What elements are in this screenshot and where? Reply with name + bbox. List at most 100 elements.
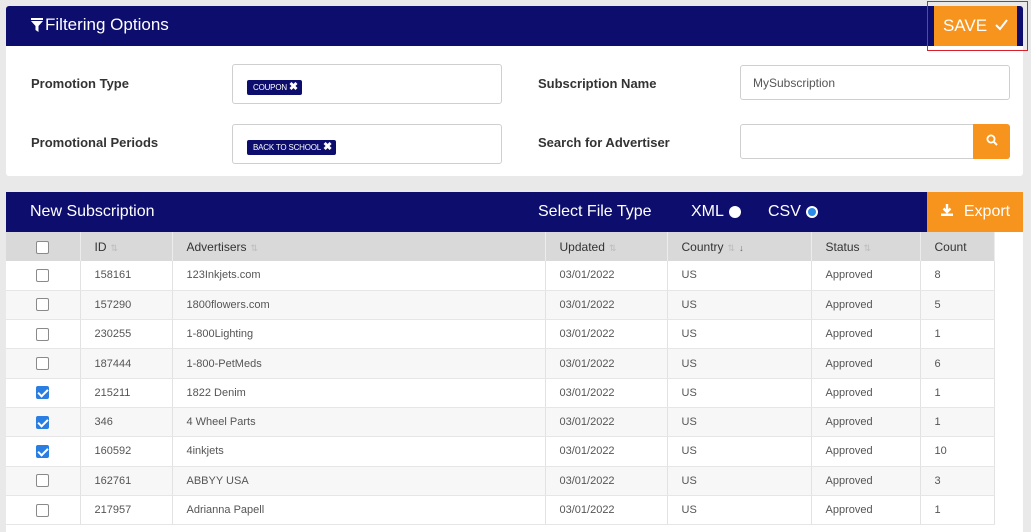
promotional-periods-field[interactable]: BACK TO SCHOOL ✖: [232, 124, 502, 164]
cell-advertiser: ABBYY USA: [172, 466, 546, 496]
cell-count: 3: [920, 466, 995, 496]
cell-updated: 03/01/2022: [545, 378, 668, 408]
promotional-period-tag: BACK TO SCHOOL ✖: [247, 140, 337, 155]
row-checkbox[interactable]: [36, 357, 50, 371]
column-header-country[interactable]: Country ⇅ ↓: [667, 232, 812, 261]
cell-advertiser: 4inkjets: [172, 436, 546, 467]
cell-country: US: [667, 290, 812, 321]
promotional-periods-label: Promotional Periods: [31, 135, 159, 150]
cell-count: 1: [920, 319, 995, 350]
row-checkbox[interactable]: [36, 474, 50, 488]
cell-id: 158161: [80, 261, 173, 291]
save-button[interactable]: SAVE: [934, 6, 1017, 46]
cell-country: US: [667, 348, 812, 379]
row-checkbox[interactable]: [36, 444, 50, 458]
csv-label: CSV: [768, 203, 801, 220]
select-all-checkbox[interactable]: [36, 240, 50, 254]
cell-country: US: [667, 319, 812, 350]
cell-advertiser: 1-800Lighting: [172, 319, 546, 350]
subscription-table: ID ⇅ Advertisers ⇅ Updated ⇅ Country ⇅ ↓ Stat…: [6, 232, 995, 526]
table-row: 230255 1-800Lighting 03/01/2022 US Appro…: [6, 319, 995, 350]
search-button[interactable]: [973, 124, 1010, 159]
cell-advertiser: 1822 Denim: [172, 378, 546, 408]
table-row: 187444 1-800-PetMeds 03/01/2022 US Appro…: [6, 348, 995, 379]
row-checkbox[interactable]: [36, 503, 50, 517]
tag-remove-icon[interactable]: ✖: [323, 142, 332, 153]
cell-status: Approved: [811, 407, 921, 438]
sort-icon[interactable]: ⇅: [728, 243, 736, 253]
cell-updated: 03/01/2022: [545, 348, 668, 379]
xml-radio-option[interactable]: XML: [691, 203, 741, 221]
subscription-title: New Subscription: [30, 203, 155, 220]
csv-radio-option[interactable]: CSV: [768, 203, 818, 221]
promotion-type-label: Promotion Type: [31, 76, 129, 91]
cell-updated: 03/01/2022: [545, 407, 668, 438]
cell-updated: 03/01/2022: [545, 319, 668, 350]
cell-updated: 03/01/2022: [545, 466, 668, 496]
row-checkbox[interactable]: [36, 415, 50, 429]
search-advertiser-label: Search for Advertiser: [538, 135, 670, 150]
column-header-advertisers[interactable]: Advertisers ⇅: [172, 232, 546, 261]
search-advertiser-input[interactable]: [740, 124, 974, 159]
cell-updated: 03/01/2022: [545, 436, 668, 467]
cell-status: Approved: [811, 378, 921, 408]
cell-status: Approved: [811, 319, 921, 350]
tag-remove-icon[interactable]: ✖: [289, 82, 298, 93]
cell-advertiser: 4 Wheel Parts: [172, 407, 546, 438]
search-icon: [986, 134, 998, 149]
csv-radio[interactable]: [805, 206, 818, 218]
cell-count: 5: [920, 290, 995, 321]
cell-status: Approved: [811, 290, 921, 321]
column-header-status[interactable]: Status ⇅: [811, 232, 921, 261]
cell-country: US: [667, 466, 812, 496]
table-row: 217957 Adrianna Papell 03/01/2022 US App…: [6, 495, 995, 526]
table-row: 158161 123Inkjets.com 03/01/2022 US Appr…: [6, 261, 995, 291]
sort-icon[interactable]: ⇅: [609, 243, 617, 253]
table-row: 157290 1800flowers.com 03/01/2022 US App…: [6, 290, 995, 321]
row-checkbox[interactable]: [36, 327, 50, 341]
cell-status: Approved: [811, 466, 921, 496]
download-icon: [940, 203, 954, 222]
tag-label: BACK TO SCHOOL: [253, 143, 322, 152]
subscription-header: New Subscription Select File Type XML CS…: [6, 192, 1023, 232]
cell-updated: 03/01/2022: [545, 495, 668, 526]
export-button[interactable]: Export: [927, 192, 1023, 232]
select-all-cell: [6, 232, 81, 261]
cell-count: 10: [920, 436, 995, 467]
cell-country: US: [667, 261, 812, 291]
column-header-id[interactable]: ID ⇅: [80, 232, 173, 261]
column-header-updated[interactable]: Updated ⇅: [545, 232, 668, 261]
sort-icon[interactable]: ⇅: [251, 243, 259, 253]
cell-id: 217957: [80, 495, 173, 526]
cell-count: 6: [920, 348, 995, 379]
row-checkbox[interactable]: [36, 268, 50, 282]
cell-status: Approved: [811, 436, 921, 467]
table-row: 160592 4inkjets 03/01/2022 US Approved 1…: [6, 436, 995, 467]
promotion-type-tag: COUPON ✖: [247, 80, 302, 95]
cell-advertiser: Adrianna Papell: [172, 495, 546, 526]
xml-label: XML: [691, 203, 724, 220]
cell-count: 8: [920, 261, 995, 291]
cell-count: 1: [920, 495, 995, 526]
sort-down-icon[interactable]: ↓: [739, 243, 744, 253]
cell-id: 187444: [80, 348, 173, 379]
subscription-name-input[interactable]: [740, 65, 1010, 100]
table-row: 215211 1822 Denim 03/01/2022 US Approved…: [6, 378, 995, 408]
cell-id: 346: [80, 407, 173, 438]
xml-radio[interactable]: [728, 206, 741, 218]
sort-icon[interactable]: ⇅: [864, 243, 872, 253]
cell-country: US: [667, 407, 812, 438]
cell-status: Approved: [811, 495, 921, 526]
row-checkbox[interactable]: [36, 386, 50, 400]
cell-updated: 03/01/2022: [545, 261, 668, 291]
cell-updated: 03/01/2022: [545, 290, 668, 321]
row-checkbox[interactable]: [36, 298, 50, 312]
cell-status: Approved: [811, 261, 921, 291]
sort-icon[interactable]: ⇅: [111, 243, 119, 253]
column-header-count[interactable]: Count: [920, 232, 995, 261]
filter-title-text: Filtering Options: [45, 15, 169, 34]
checkmark-icon: [995, 16, 1008, 36]
filter-header: Filtering Options SAVE: [6, 6, 1023, 46]
tag-label: COUPON: [253, 83, 287, 92]
promotion-type-field[interactable]: COUPON ✖: [232, 64, 502, 104]
